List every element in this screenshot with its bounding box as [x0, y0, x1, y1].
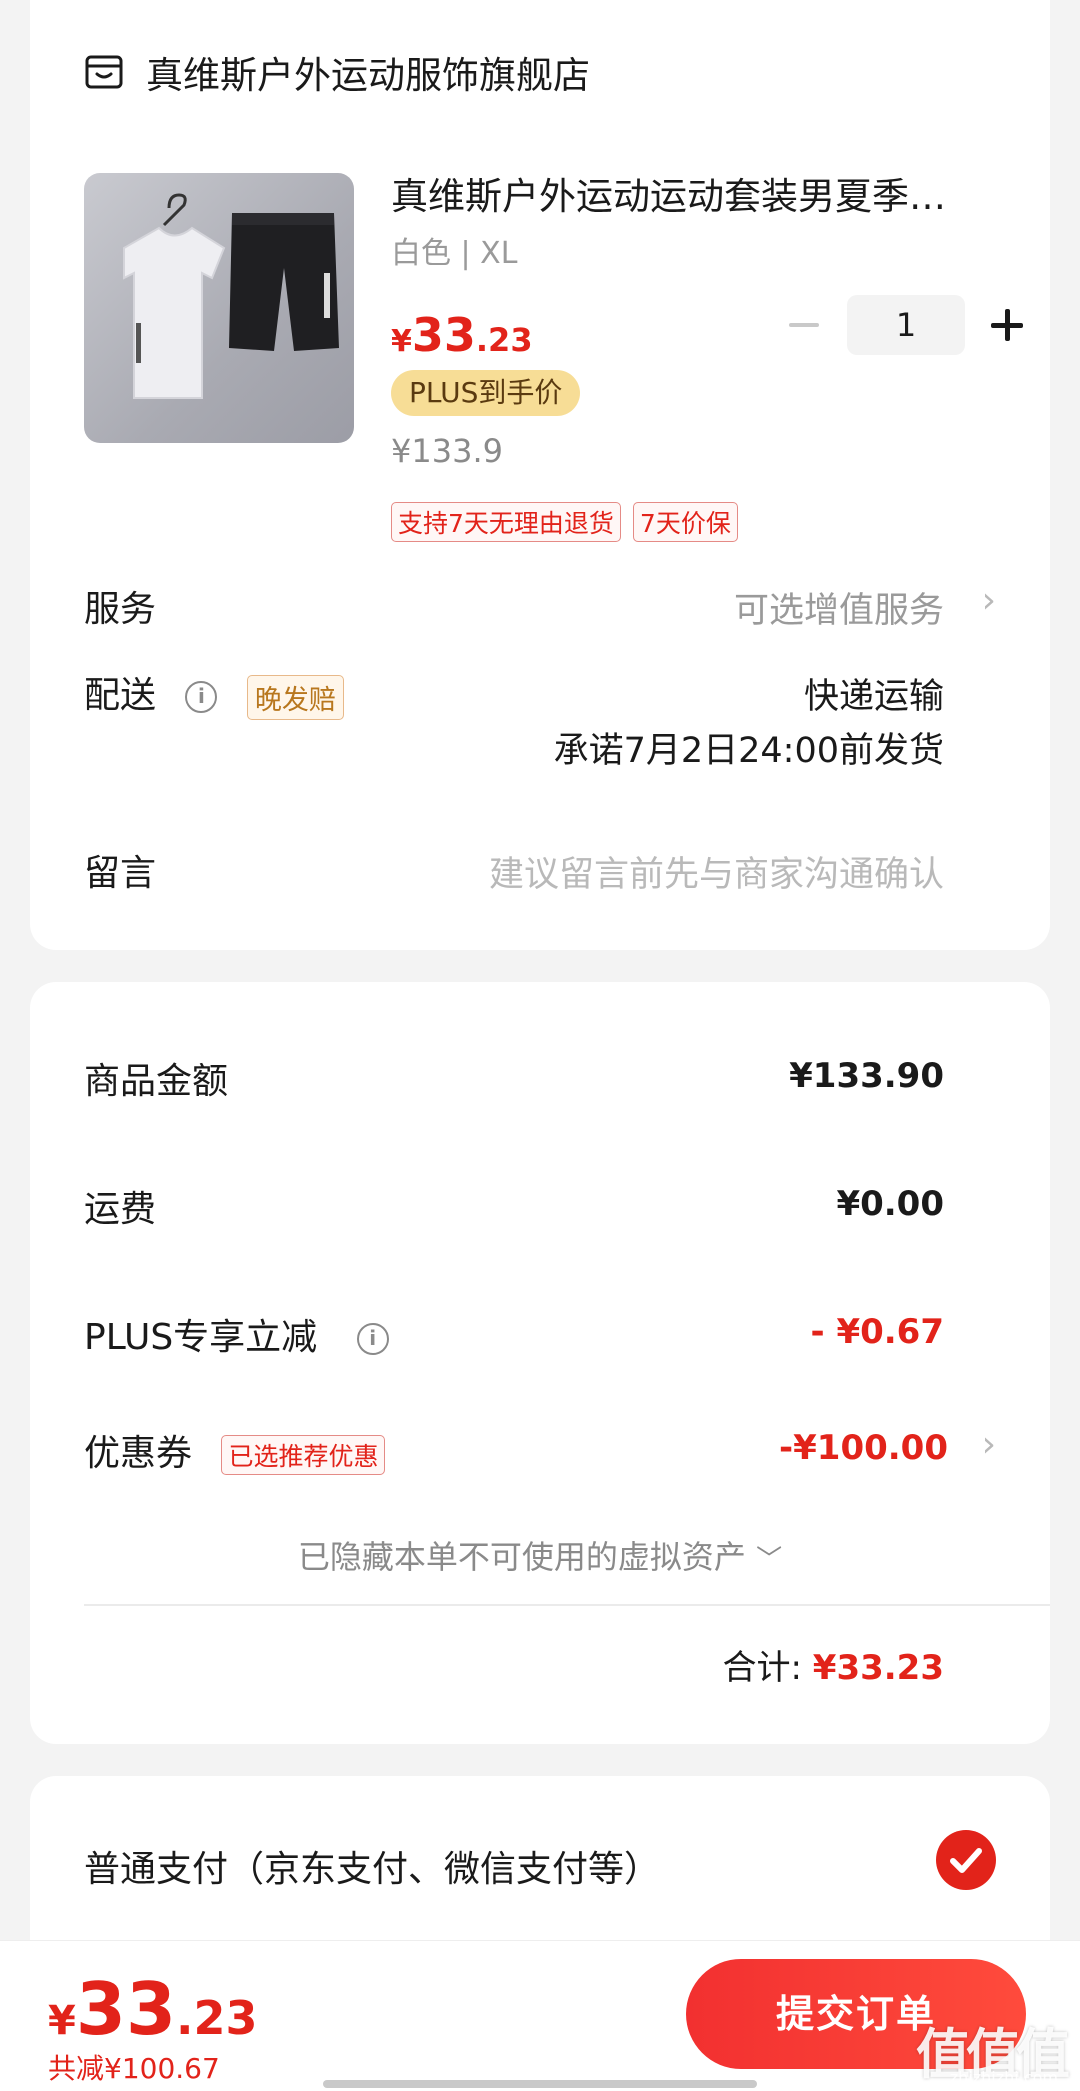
- return-policy-tag: 支持7天无理由退货: [391, 502, 621, 542]
- coupon-row: 优惠券 已选推荐优惠: [84, 1424, 386, 1476]
- quantity-increase-button[interactable]: [985, 303, 1029, 347]
- price-decimal: .23: [475, 321, 533, 359]
- goods-amount-value: ¥133.90: [789, 1056, 944, 1096]
- store-card: 真维斯户外运动服饰旗舰店 真维斯户外运动运动套装男夏季… 白色 | XL ¥33…: [30, 0, 1050, 950]
- price-protect-tag: 7天价保: [632, 502, 738, 542]
- quantity-decrease-button[interactable]: [783, 303, 827, 347]
- plus-price-tag: PLUS到手价: [391, 370, 581, 416]
- total-label: 合计:: [722, 1648, 802, 1688]
- payment-method-label[interactable]: 普通支付（京东支付、微信支付等）: [84, 1840, 660, 1892]
- service-tags: 支持7天无理由退货 7天价保: [391, 502, 738, 542]
- hidden-assets-text: 已隐藏本单不可使用的虚拟资产: [297, 1538, 746, 1576]
- total-saved[interactable]: 共减¥100.67: [48, 2047, 220, 2087]
- store-icon: [85, 55, 123, 89]
- bottom-price-decimal: .23: [176, 1991, 258, 2045]
- delivery-label: 配送: [84, 675, 157, 716]
- delivery-promise: 承诺7月2日24:00前发货: [553, 731, 944, 771]
- late-compensation-tag: 晚发赔: [246, 674, 344, 720]
- info-icon[interactable]: i: [185, 681, 218, 713]
- shipping-value: ¥0.00: [836, 1184, 944, 1224]
- plus-discount-label: PLUS专享立减: [84, 1317, 318, 1358]
- bottom-price-symbol: ¥: [48, 1998, 76, 2044]
- quantity-value[interactable]: 1: [847, 295, 965, 355]
- quantity-stepper: 1: [783, 295, 1029, 355]
- home-indicator[interactable]: [323, 2080, 757, 2088]
- order-total: 合计: ¥33.23: [723, 1640, 944, 1689]
- message-input[interactable]: 建议留言前先与商家沟通确认: [489, 846, 944, 897]
- store-header[interactable]: 真维斯户外运动服饰旗舰店: [84, 45, 590, 99]
- coupon-chevron-icon[interactable]: ›: [982, 1424, 996, 1465]
- product-title[interactable]: 真维斯户外运动运动套装男夏季…: [391, 166, 991, 220]
- chevron-down-icon: ﹀: [756, 1545, 783, 1575]
- order-summary-card: 商品金额 ¥133.90 运费 ¥0.00 PLUS专享立减 i - ¥0.67…: [30, 982, 1050, 1744]
- total-amount: ¥33.23: [812, 1648, 944, 1688]
- bottom-total-price: ¥33.23: [48, 1967, 258, 2051]
- goods-amount-label: 商品金额: [84, 1061, 229, 1102]
- message-label: 留言: [84, 853, 157, 894]
- service-value[interactable]: 可选增值服务: [734, 582, 944, 633]
- product-spec[interactable]: 白色 | XL: [391, 228, 517, 272]
- coupon-label: 优惠券: [84, 1433, 193, 1474]
- hidden-assets-toggle[interactable]: 已隐藏本单不可使用的虚拟资产 ﹀: [30, 1532, 1050, 1578]
- product-image[interactable]: [84, 173, 354, 443]
- shipping-label: 运费: [84, 1189, 157, 1230]
- delivery-row-left: 配送 i 晚发赔: [84, 666, 344, 720]
- coupon-selected-tag: 已选推荐优惠: [221, 1435, 386, 1475]
- plus-discount-value: - ¥0.67: [810, 1312, 945, 1352]
- watermark-url: zhizhizhi.com: [949, 2068, 1058, 2087]
- plus-discount-row: PLUS专享立减 i: [84, 1308, 389, 1360]
- price-integer: 33: [411, 308, 476, 362]
- product-price: ¥33.23: [391, 308, 533, 362]
- service-chevron-icon[interactable]: ›: [982, 580, 996, 621]
- info-icon[interactable]: i: [356, 1323, 389, 1355]
- bottom-price-integer: 33: [75, 1967, 177, 2051]
- original-price: ¥133.9: [391, 432, 503, 470]
- store-name: 真维斯户外运动服饰旗舰店: [146, 54, 590, 97]
- divider: [84, 1604, 1050, 1606]
- delivery-method[interactable]: 快递运输: [804, 668, 944, 719]
- check-icon[interactable]: [936, 1830, 996, 1890]
- service-label: 服务: [84, 589, 157, 630]
- price-symbol: ¥: [391, 324, 412, 359]
- coupon-value[interactable]: -¥100.00: [779, 1428, 948, 1468]
